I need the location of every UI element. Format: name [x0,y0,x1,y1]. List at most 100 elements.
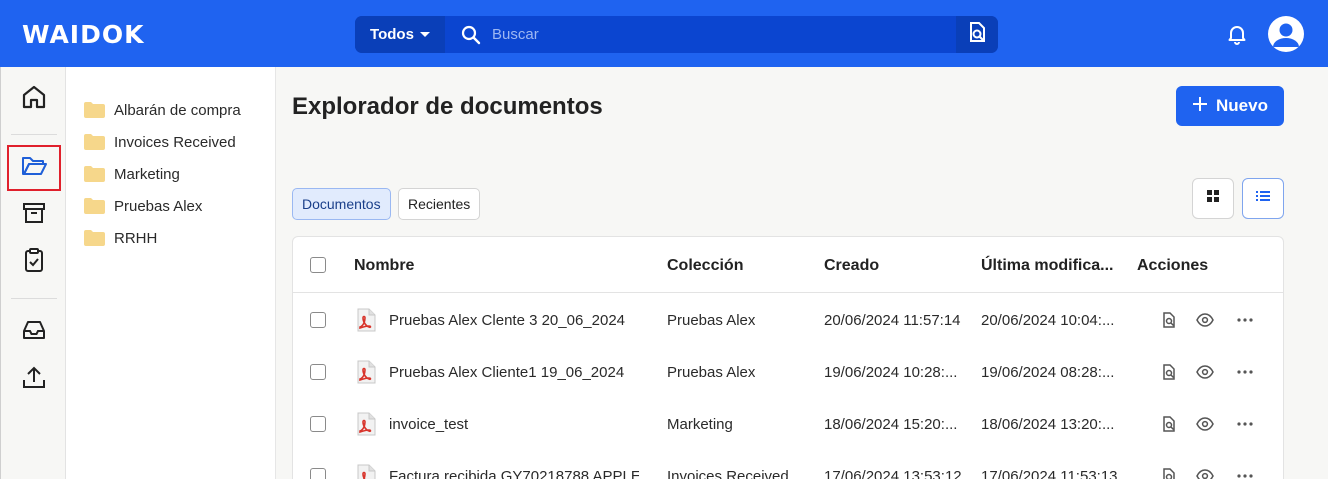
select-all-checkbox[interactable] [310,257,326,273]
folder-item[interactable]: Invoices Received [84,132,236,152]
grid-icon [1206,189,1220,208]
folder-icon [20,154,48,183]
row-checkbox[interactable] [310,364,326,380]
logo[interactable]: WAIDOK [22,20,144,49]
table-row[interactable]: Factura recibida GY70218788 APPLE Invoic… [293,450,1283,479]
rail-tasks[interactable] [10,240,58,284]
search-input[interactable] [483,26,956,43]
document-search-icon[interactable] [1159,362,1179,382]
document-search-icon [966,21,988,48]
table-row[interactable]: invoice_test Marketing 18/06/2024 15:20:… [293,398,1283,450]
row-collection: Pruebas Alex [667,364,756,381]
document-search-icon[interactable] [1159,414,1179,434]
pdf-file-icon [355,412,377,436]
folder-tree: Albarán de compra Invoices Received Mark… [66,67,276,479]
row-created: 20/06/2024 11:57:14 [824,312,961,329]
rail-archive[interactable] [10,193,58,237]
row-checkbox[interactable] [310,312,326,328]
rail-upload[interactable] [10,358,58,402]
table-row[interactable]: Pruebas Alex Clente 3 20_06_2024 Pruebas… [293,294,1283,346]
folder-icon [84,230,105,246]
clipboard-check-icon [22,247,46,278]
notifications-bell-icon[interactable] [1226,23,1248,45]
search-scope-dropdown[interactable]: Todos [355,16,445,53]
row-modified: 17/06/2024 11:53:13 [981,468,1118,479]
user-avatar-icon[interactable] [1268,16,1304,52]
row-created: 19/06/2024 10:28:... [824,364,958,381]
eye-icon[interactable] [1195,466,1215,479]
tab-recientes[interactable]: Recientes [398,188,481,220]
row-name[interactable]: invoice_test [389,416,659,433]
folder-item[interactable]: Pruebas Alex [84,196,202,216]
new-button-label: Nuevo [1216,96,1268,115]
documents-table: Nombre Colección Creado Última modifica.… [292,236,1284,479]
document-search-icon[interactable] [1159,466,1179,479]
row-collection: Marketing [667,416,733,433]
folder-icon [84,198,105,214]
page-title: Explorador de documentos [292,93,603,120]
folder-item[interactable]: RRHH [84,228,157,248]
folder-label: Pruebas Alex [114,197,203,215]
table-header: Nombre Colección Creado Última modifica.… [293,237,1283,293]
row-modified: 20/06/2024 10:04:... [981,312,1115,329]
eye-icon[interactable] [1195,310,1215,330]
advanced-search-button[interactable] [956,16,998,53]
rail-divider [11,134,57,135]
rail-inbox[interactable] [10,310,58,354]
caret-down-icon [419,32,430,37]
row-modified: 19/06/2024 08:28:... [981,364,1115,381]
icon-rail [0,67,66,479]
folder-icon [84,102,105,118]
top-bar: WAIDOK Todos [0,0,1328,67]
document-search-icon[interactable] [1159,310,1179,330]
new-button[interactable]: Nuevo [1176,86,1284,126]
folder-item[interactable]: Albarán de compra [84,100,241,120]
eye-icon[interactable] [1195,362,1215,382]
table-row[interactable]: Pruebas Alex Cliente1 19_06_2024 Pruebas… [293,346,1283,398]
search-bar: Todos [355,16,998,53]
search-scope-label: Todos [370,26,414,43]
pdf-file-icon [355,360,377,384]
plus-icon [1192,96,1208,117]
column-header-actions: Acciones [1137,257,1209,274]
grid-view-button[interactable] [1192,178,1234,219]
row-name[interactable]: Factura recibida GY70218788 APPLE [389,468,639,479]
more-options-icon[interactable] [1235,362,1255,382]
folder-label: RRHH [114,229,158,247]
more-options-icon[interactable] [1235,414,1255,434]
column-header-name[interactable]: Nombre [354,257,414,275]
more-options-icon[interactable] [1235,310,1255,330]
pdf-file-icon [355,464,377,479]
row-checkbox[interactable] [310,468,326,479]
folder-label: Invoices Received [114,133,236,151]
inbox-icon [21,318,47,347]
row-name[interactable]: Pruebas Alex Cliente1 19_06_2024 [389,364,659,381]
folder-item[interactable]: Marketing [84,164,180,184]
row-checkbox[interactable] [310,416,326,432]
column-header-created[interactable]: Creado [824,257,879,275]
search-icon [459,23,483,47]
folder-label: Marketing [114,165,180,183]
pdf-file-icon [355,308,377,332]
column-header-modified[interactable]: Última modifica... [981,257,1113,275]
row-collection: Invoices Received [667,468,789,479]
row-created: 18/06/2024 15:20:... [824,416,958,433]
rail-documents[interactable] [7,145,61,191]
list-icon [1255,189,1271,208]
folder-label: Albarán de compra [114,101,241,119]
row-collection: Pruebas Alex [667,312,756,329]
row-name[interactable]: Pruebas Alex Clente 3 20_06_2024 [389,312,659,329]
rail-divider [11,298,57,299]
rail-home[interactable] [10,77,58,121]
tab-documentos[interactable]: Documentos [292,188,391,220]
row-created: 17/06/2024 13:53:12 [824,468,962,479]
folder-icon [84,166,105,182]
eye-icon[interactable] [1195,414,1215,434]
archive-icon [22,201,46,230]
list-view-button[interactable] [1242,178,1284,219]
column-header-collection[interactable]: Colección [667,257,743,275]
home-icon [21,84,47,115]
upload-icon [21,365,47,396]
row-modified: 18/06/2024 13:20:... [981,416,1115,433]
more-options-icon[interactable] [1235,466,1255,479]
